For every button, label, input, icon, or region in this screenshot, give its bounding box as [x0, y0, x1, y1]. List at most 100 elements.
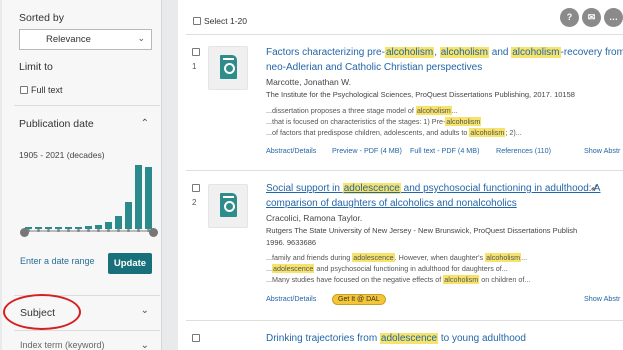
result-title[interactable]: Social support in adolescence and psycho…: [266, 181, 623, 196]
result-checkbox[interactable]: [192, 184, 200, 192]
title-text: -recovery from: [560, 47, 623, 58]
result-author: Marcotte, Jonathan W.: [266, 77, 352, 87]
references-link[interactable]: References (110): [496, 146, 551, 155]
chevron-up-icon[interactable]: ⌃: [141, 118, 149, 129]
snippet-text: ...dissertation proposes a three stage m…: [266, 106, 416, 115]
date-slider-end-handle[interactable]: [149, 228, 158, 237]
result-snippet: ...Many studies have focused on the nega…: [266, 274, 623, 285]
snippet-highlight: alcoholism: [485, 253, 522, 262]
slider-tick: [137, 229, 140, 232]
chevron-down-icon[interactable]: ⌄: [141, 340, 149, 350]
result-snippet: ...of factors that predispose children, …: [266, 127, 623, 138]
histogram-bar[interactable]: [125, 202, 132, 229]
red-annotation-circle: [3, 294, 81, 330]
histogram-bar[interactable]: [145, 167, 152, 229]
snippet-text: ...family and friends during: [266, 253, 353, 262]
snippet-highlight: alcoholism: [445, 117, 482, 126]
title-text: and psychosocial functioning in adulthoo…: [400, 183, 601, 194]
abstract-details-link[interactable]: Abstract/Details: [266, 294, 316, 303]
update-button[interactable]: Update: [108, 253, 152, 274]
pin-icon[interactable]: ➶: [590, 181, 599, 194]
slider-tick: [77, 229, 80, 232]
snippet-highlight: alcoholism: [443, 275, 480, 284]
histogram-bar[interactable]: [135, 165, 142, 229]
result-title[interactable]: Drinking trajectories from adolescence t…: [266, 331, 623, 346]
sorted-by-label: Sorted by: [19, 12, 64, 24]
divider: [186, 170, 623, 171]
sort-select[interactable]: Relevance ⌄: [19, 29, 152, 50]
limit-to-label: Limit to: [19, 61, 53, 73]
title-text: ,: [434, 47, 440, 58]
result-source-detail: 1996. 9633686: [266, 238, 317, 247]
title-highlight: adolescence: [342, 183, 401, 194]
enter-date-range-link[interactable]: Enter a date range: [20, 256, 95, 266]
snippet-highlight: alcoholism: [415, 106, 452, 115]
index-term-facet-label[interactable]: Index term (keyword): [20, 340, 105, 350]
full-text-label: Full text: [31, 85, 63, 95]
result-checkbox[interactable]: [192, 48, 200, 56]
document-thumbnail[interactable]: [208, 184, 248, 228]
title-highlight: adolescence: [379, 333, 439, 344]
show-abstract-link[interactable]: Show Abstr: [584, 294, 620, 303]
snippet-highlight: adolescence: [272, 264, 315, 273]
result-title[interactable]: Factors characterizing pre-alcoholism, a…: [266, 45, 623, 60]
document-thumbnail[interactable]: [208, 46, 248, 90]
chevron-down-icon[interactable]: ⌄: [141, 305, 149, 316]
help-icon[interactable]: ?: [560, 8, 579, 27]
decades-range-label: 1905 - 2021 (decades): [19, 150, 105, 160]
date-slider-ticks: [24, 227, 154, 235]
result-snippet: ...family and friends during adolescence…: [266, 252, 623, 263]
divider: [14, 330, 160, 331]
title-text: Social support in: [266, 183, 343, 194]
title-highlight: alcoholism: [384, 47, 435, 58]
select-all-label: Select 1-20: [204, 16, 247, 26]
snippet-highlight: alcoholism: [469, 128, 506, 137]
date-slider-start-handle[interactable]: [20, 228, 29, 237]
title-text: Drinking trajectories from: [266, 333, 380, 344]
result-source: The Institute for the Psychological Scie…: [266, 90, 575, 99]
chevron-down-icon: ⌄: [137, 33, 145, 43]
result-title-line2[interactable]: comparison of daughters of alcoholics an…: [266, 196, 623, 211]
filter-sidebar: Sorted by Relevance ⌄ Limit to Full text…: [2, 0, 162, 350]
snippet-text: ...Many studies have focused on the nega…: [266, 275, 444, 284]
slider-tick: [97, 229, 100, 232]
snippet-text: and psychosocial functioning in adulthoo…: [314, 264, 508, 273]
result-title-line2[interactable]: neo-Adlerian and Catholic Christian pers…: [266, 60, 623, 75]
get-it-button[interactable]: Get It @ DAL: [332, 294, 386, 305]
result-number: 2: [192, 198, 197, 207]
slider-tick: [67, 229, 70, 232]
snippet-text: ; 2)...: [505, 128, 522, 137]
page: Sorted by Relevance ⌄ Limit to Full text…: [0, 0, 623, 350]
divider: [186, 320, 623, 321]
result-checkbox[interactable]: [192, 334, 200, 342]
select-all-row[interactable]: Select 1-20: [193, 16, 247, 26]
toolbar-icons: ? ✉ …: [560, 8, 623, 27]
slider-tick: [47, 229, 50, 232]
slider-tick: [87, 229, 90, 232]
email-icon[interactable]: ✉: [582, 8, 601, 27]
publication-date-label: Publication date: [19, 118, 94, 130]
divider: [186, 34, 623, 35]
dissertation-icon: [220, 55, 237, 79]
checkbox-icon[interactable]: [20, 86, 28, 94]
result-author: Cracolici, Ramona Taylor.: [266, 213, 363, 223]
sort-select-value: Relevance: [46, 34, 91, 45]
slider-tick: [127, 229, 130, 232]
abstract-details-link[interactable]: Abstract/Details: [266, 146, 316, 155]
title-highlight: alcoholism: [511, 47, 561, 58]
result-snippet: ...that is focused on characteristics of…: [266, 116, 623, 127]
results-panel: Select 1-20 ? ✉ … 1 Factors characterizi…: [178, 0, 623, 350]
more-icon[interactable]: …: [604, 8, 623, 27]
title-text: Factors characterizing pre-: [266, 47, 385, 58]
publication-date-histogram[interactable]: [24, 162, 154, 229]
result-snippet: ...adolescence and psychosocial function…: [266, 263, 623, 274]
snippet-text: on children of...: [479, 275, 531, 284]
snippet-highlight: adolescence: [352, 253, 395, 262]
preview-pdf-link[interactable]: Preview - PDF (4 MB): [332, 146, 402, 155]
title-text: to young adulthood: [438, 333, 526, 344]
show-abstract-link[interactable]: Show Abstr: [584, 146, 620, 155]
select-all-checkbox[interactable]: [193, 17, 201, 25]
snippet-text: . However, when daughter's: [394, 253, 486, 262]
full-text-pdf-link[interactable]: Full text - PDF (4 MB): [410, 146, 480, 155]
full-text-checkbox[interactable]: Full text: [20, 85, 63, 95]
